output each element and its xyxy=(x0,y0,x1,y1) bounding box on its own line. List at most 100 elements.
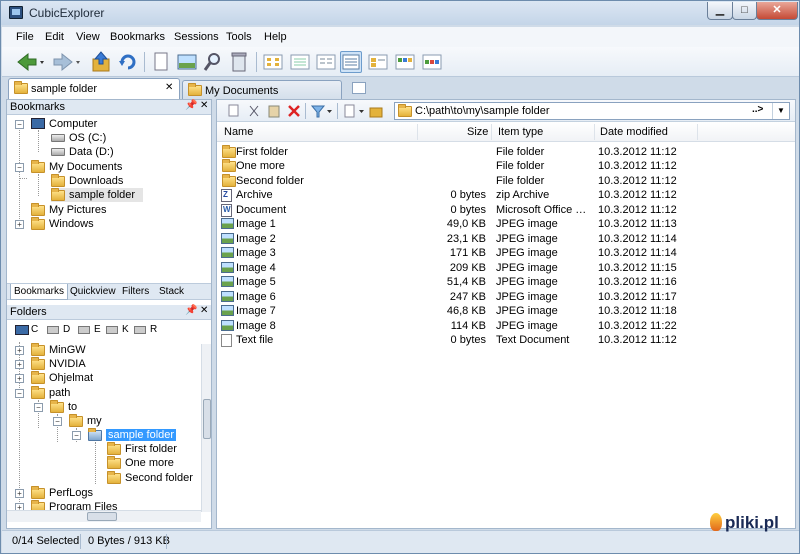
tab-label: sample folder xyxy=(31,83,98,95)
file-row[interactable]: Image 2 23,1 KB JPEG image 10.3.2012 11:14 xyxy=(217,232,795,246)
subtab-quickview[interactable]: Quickview xyxy=(70,286,116,297)
left-panel: Bookmarks 📌 ✕ − Computer OS (C:) Data (D… xyxy=(6,99,212,529)
cut-icon[interactable] xyxy=(247,104,261,118)
menu-view[interactable]: View xyxy=(76,31,100,43)
tab-my-documents[interactable]: My Documents xyxy=(182,80,342,99)
expand-toggle[interactable]: − xyxy=(15,120,24,129)
file-row[interactable]: Image 4 209 KB JPEG image 10.3.2012 11:15 xyxy=(217,261,795,275)
subtab-stack[interactable]: Stack xyxy=(159,286,184,297)
pin-icon[interactable]: 📌 xyxy=(185,305,197,316)
drive-e[interactable]: E xyxy=(94,324,101,335)
image-icon[interactable] xyxy=(176,51,198,73)
refresh-icon[interactable] xyxy=(117,51,139,73)
file-row[interactable]: First folder File folder 10.3.2012 11:12 xyxy=(217,145,795,159)
expand-toggle[interactable]: + xyxy=(15,374,24,383)
drive-r[interactable]: R xyxy=(150,324,157,335)
menu-help[interactable]: Help xyxy=(264,31,287,43)
address-bar[interactable]: C:\path\to\my\sample folder ..> ▼ xyxy=(394,102,790,120)
copy-path-icon[interactable] xyxy=(227,104,241,118)
menu-tools[interactable]: Tools xyxy=(226,31,252,43)
expand-toggle[interactable]: − xyxy=(72,431,81,440)
menu-bookmarks[interactable]: Bookmarks xyxy=(110,31,165,43)
up-folder-icon[interactable] xyxy=(90,51,112,73)
menu-sessions[interactable]: Sessions xyxy=(174,31,219,43)
file-row[interactable]: Image 5 51,4 KB JPEG image 10.3.2012 11:16 xyxy=(217,275,795,289)
expand-toggle[interactable]: + xyxy=(15,360,24,369)
column-type[interactable]: Item type xyxy=(498,126,543,138)
subtab-bookmarks[interactable]: Bookmarks xyxy=(10,284,69,300)
file-row[interactable]: Text file 0 bytes Text Document 10.3.2012 1… xyxy=(217,333,795,347)
expand-toggle[interactable]: + xyxy=(15,489,24,498)
scroll-thumb[interactable] xyxy=(203,399,211,439)
expand-toggle[interactable]: − xyxy=(15,389,24,398)
image-icon xyxy=(221,291,234,302)
folders-horizontal-scrollbar[interactable] xyxy=(7,510,201,522)
close-panel-icon[interactable]: ✕ xyxy=(200,305,208,316)
column-name[interactable]: Name xyxy=(224,126,253,138)
drive-bar: C D E K R xyxy=(7,322,211,338)
tab-sample-folder[interactable]: sample folder ✕ xyxy=(8,78,180,99)
expand-toggle[interactable]: − xyxy=(53,417,62,426)
view-small-icons-icon[interactable] xyxy=(289,51,311,73)
new-tab-icon[interactable] xyxy=(352,82,366,94)
drive-k[interactable]: K xyxy=(122,324,129,335)
column-date[interactable]: Date modified xyxy=(600,126,668,138)
address-input[interactable]: C:\path\to\my\sample folder xyxy=(415,105,550,117)
expand-toggle[interactable]: + xyxy=(15,220,24,229)
filter-icon[interactable] xyxy=(311,104,333,118)
delete-icon[interactable] xyxy=(287,104,301,118)
recycle-bin-icon[interactable] xyxy=(228,51,250,73)
minimize-button[interactable]: ▁ xyxy=(707,2,733,20)
drive-icon xyxy=(134,326,146,334)
scroll-thumb[interactable] xyxy=(87,512,117,521)
menu-edit[interactable]: Edit xyxy=(45,31,64,43)
column-size[interactable]: Size xyxy=(467,126,488,138)
file-row[interactable]: Second folder File folder 10.3.2012 11:12 xyxy=(217,174,795,188)
file-row[interactable]: Image 8 114 KB JPEG image 10.3.2012 11:22 xyxy=(217,319,795,333)
page-icon[interactable] xyxy=(150,51,172,73)
file-row[interactable]: Image 3 171 KB JPEG image 10.3.2012 11:14 xyxy=(217,246,795,260)
menu-file[interactable]: File xyxy=(16,31,34,43)
close-button[interactable]: ✕ xyxy=(756,2,798,20)
view-details-icon[interactable] xyxy=(340,51,362,73)
column-header: Name Size Item type Date modified xyxy=(217,122,795,142)
file-row[interactable]: Image 7 46,8 KB JPEG image 10.3.2012 11:18 xyxy=(217,304,795,318)
view-tiles-icon[interactable] xyxy=(367,51,389,73)
drive-d[interactable]: D xyxy=(63,324,70,335)
file-row[interactable]: One more File folder 10.3.2012 11:12 xyxy=(217,159,795,173)
maximize-button[interactable]: □ xyxy=(732,2,757,20)
view-thumbnails-icon[interactable] xyxy=(394,51,416,73)
back-icon[interactable] xyxy=(16,51,44,73)
bookmark-sample-folder[interactable]: sample folder xyxy=(51,188,143,202)
folders-vertical-scrollbar[interactable] xyxy=(201,344,211,512)
expand-toggle[interactable]: − xyxy=(15,163,24,172)
title-bar[interactable]: CubicExplorer ▁ □ ✕ xyxy=(1,1,799,25)
subtab-filters[interactable]: Filters xyxy=(122,286,149,297)
forward-icon[interactable] xyxy=(52,51,80,73)
pin-icon[interactable]: 📌 xyxy=(185,100,197,111)
folder-icon[interactable] xyxy=(369,104,383,118)
search-icon[interactable] xyxy=(202,51,224,73)
go-button[interactable]: ..> xyxy=(752,104,770,118)
drive-c[interactable]: C xyxy=(31,324,38,335)
expand-toggle[interactable]: + xyxy=(15,503,24,510)
close-panel-icon[interactable]: ✕ xyxy=(200,100,208,111)
view-list-icon[interactable] xyxy=(315,51,337,73)
expand-toggle[interactable]: − xyxy=(34,403,43,412)
image-icon xyxy=(221,247,234,258)
new-item-icon[interactable] xyxy=(343,104,365,118)
file-row[interactable]: Image 6 247 KB JPEG image 10.3.2012 11:17 xyxy=(217,290,795,304)
status-selected: 0/14 Selected xyxy=(12,535,80,547)
folder-icon xyxy=(222,174,236,187)
file-toolbar: C:\path\to\my\sample folder ..> ▼ xyxy=(217,100,795,122)
file-row[interactable]: Document0 bytesMicrosoft Office W...10.3… xyxy=(217,203,795,217)
paste-icon[interactable] xyxy=(267,104,281,118)
view-large-icons-icon[interactable] xyxy=(262,51,284,73)
file-row[interactable]: Archive0 byteszip Archive10.3.2012 11:12 xyxy=(217,188,795,202)
address-dropdown-icon[interactable]: ▼ xyxy=(772,103,789,119)
view-filmstrip-icon[interactable] xyxy=(421,51,443,73)
tab-close-icon[interactable]: ✕ xyxy=(165,82,173,93)
computer-icon[interactable] xyxy=(15,325,29,335)
expand-toggle[interactable]: + xyxy=(15,346,24,355)
file-row[interactable]: Image 1 49,0 KB JPEG image 10.3.2012 11:13 xyxy=(217,217,795,231)
